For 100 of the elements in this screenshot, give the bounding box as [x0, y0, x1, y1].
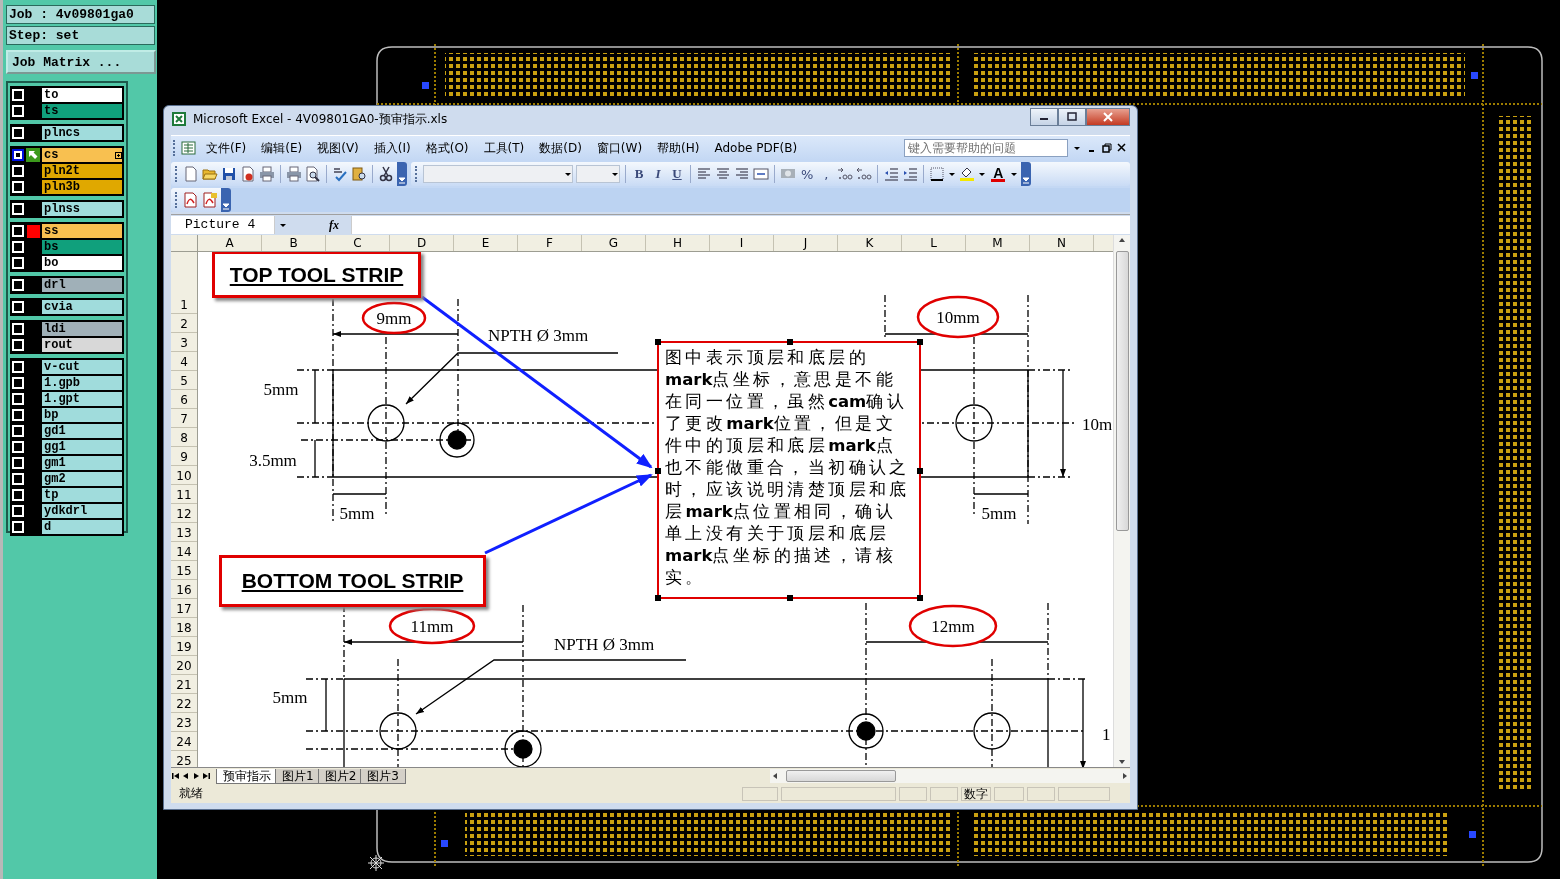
selection-handle[interactable] — [917, 339, 923, 345]
minimize-button[interactable] — [1030, 108, 1058, 126]
row-header[interactable]: 23 — [171, 713, 197, 732]
last-sheet-icon[interactable] — [201, 771, 211, 781]
layer-name[interactable]: plncs — [42, 126, 122, 140]
font-color-button[interactable]: A — [989, 165, 1008, 183]
layer-name[interactable]: bo — [42, 256, 122, 270]
column-header[interactable]: K — [838, 235, 902, 251]
selection-handle[interactable] — [655, 595, 661, 601]
sheet-tab[interactable]: 图片3 — [360, 768, 406, 784]
menu-item[interactable]: 插入(I) — [367, 137, 417, 159]
increase-decimal-icon[interactable] — [837, 166, 854, 182]
row-header[interactable]: 17 — [171, 599, 197, 618]
align-right-icon[interactable] — [734, 166, 750, 182]
font-size-field[interactable] — [576, 165, 620, 183]
row-header[interactable]: 5 — [171, 371, 197, 390]
pdf-icon[interactable] — [183, 192, 199, 208]
row-header[interactable]: 2 — [171, 314, 197, 333]
column-header[interactable]: C — [326, 235, 390, 251]
sheet-tab[interactable]: 图片1 — [275, 768, 321, 784]
row-header[interactable]: 15 — [171, 561, 197, 580]
font-name-field[interactable] — [423, 165, 573, 183]
sheet-tab[interactable]: 预审指示 — [216, 768, 278, 784]
row-header[interactable]: 6 — [171, 390, 197, 409]
row-header[interactable]: 19 — [171, 637, 197, 656]
layer-name[interactable]: pln2t — [42, 164, 122, 178]
scrollbar-thumb[interactable] — [1115, 251, 1129, 531]
spreadsheet-icon[interactable] — [181, 140, 197, 156]
layer-name[interactable]: gm1 — [42, 456, 122, 470]
row-header[interactable]: 10 — [171, 466, 197, 485]
selection-handle[interactable] — [655, 468, 661, 474]
first-sheet-icon[interactable] — [171, 771, 181, 781]
bold-button[interactable]: B — [631, 165, 647, 183]
layer-name[interactable]: ydkdrl — [42, 504, 122, 518]
column-header[interactable]: N — [1030, 235, 1094, 251]
layer-name[interactable]: rout — [42, 338, 122, 352]
row-header[interactable]: 22 — [171, 694, 197, 713]
column-header[interactable]: F — [518, 235, 582, 251]
insert-function-button[interactable]: fx — [329, 217, 339, 233]
layer-name[interactable]: gm2 — [42, 472, 122, 486]
menu-item[interactable]: 视图(V) — [311, 137, 365, 159]
restore-icon[interactable] — [1101, 142, 1113, 154]
close-button[interactable] — [1086, 108, 1130, 126]
decrease-decimal-icon[interactable] — [856, 166, 873, 182]
printer-icon[interactable] — [259, 166, 275, 182]
menu-item[interactable]: 工具(T) — [477, 137, 531, 159]
horizontal-scrollbar[interactable] — [770, 769, 1130, 783]
layer-name[interactable]: ss — [42, 224, 122, 238]
number-format-button[interactable]: , — [818, 165, 835, 183]
layer-name[interactable]: 1.gpb — [42, 376, 122, 390]
layer-name[interactable]: ts — [42, 104, 122, 118]
print-preview-icon[interactable] — [305, 166, 321, 182]
column-header[interactable]: D — [390, 235, 454, 251]
row-header[interactable]: 14 — [171, 542, 197, 561]
scissors-icon[interactable] — [378, 166, 394, 182]
vertical-scrollbar[interactable] — [1113, 235, 1130, 767]
underline-button[interactable]: U — [669, 165, 685, 183]
layer-name[interactable]: to — [42, 88, 122, 102]
dropdown-icon[interactable] — [279, 221, 287, 229]
close-icon[interactable] — [1116, 142, 1128, 154]
layer-name[interactable]: pln3b — [42, 180, 122, 194]
dropdown-icon[interactable] — [564, 170, 572, 178]
expand-icon[interactable] — [115, 151, 122, 159]
scrollbar-thumb[interactable] — [786, 770, 896, 782]
menu-item[interactable]: 数据(D) — [533, 137, 588, 159]
selection-handle[interactable] — [655, 339, 661, 345]
column-header[interactable]: J — [774, 235, 838, 251]
row-header[interactable]: 7 — [171, 409, 197, 428]
row-header[interactable]: 20 — [171, 656, 197, 675]
column-header[interactable]: L — [902, 235, 966, 251]
document-icon[interactable] — [240, 166, 256, 182]
printer-icon[interactable] — [286, 166, 302, 182]
row-header[interactable]: 21 — [171, 675, 197, 694]
spell-check-icon[interactable] — [332, 166, 348, 182]
job-matrix-button[interactable]: Job Matrix ... — [6, 50, 156, 74]
row-header[interactable]: 1 — [171, 252, 197, 314]
selection-handle[interactable] — [787, 339, 793, 345]
align-left-icon[interactable] — [696, 166, 712, 182]
column-header[interactable]: I — [710, 235, 774, 251]
next-sheet-icon[interactable] — [191, 771, 201, 781]
row-header[interactable]: 13 — [171, 523, 197, 542]
layer-name[interactable]: bs — [42, 240, 122, 254]
menu-item[interactable]: Adobe PDF(B) — [708, 139, 804, 157]
save-icon[interactable] — [221, 166, 237, 182]
new-document-icon[interactable] — [183, 166, 199, 182]
pdf-icon[interactable] — [202, 192, 218, 208]
caret-icon[interactable] — [948, 170, 957, 178]
layer-name[interactable]: cvia — [42, 300, 122, 314]
menu-item[interactable]: 窗口(W) — [590, 137, 649, 159]
toolbar-options-icon[interactable] — [1021, 176, 1032, 186]
fill-color-icon[interactable] — [959, 166, 976, 182]
selection-handle[interactable] — [917, 595, 923, 601]
layer-name[interactable]: gd1 — [42, 424, 122, 438]
open-folder-icon[interactable] — [202, 166, 218, 182]
number-format-button[interactable]: % — [799, 165, 816, 183]
column-header[interactable]: M — [966, 235, 1030, 251]
dropdown-icon[interactable] — [1073, 144, 1081, 152]
layer-name[interactable]: bp — [42, 408, 122, 422]
layer-name[interactable]: plnss — [42, 202, 122, 216]
row-header[interactable]: 3 — [171, 333, 197, 352]
